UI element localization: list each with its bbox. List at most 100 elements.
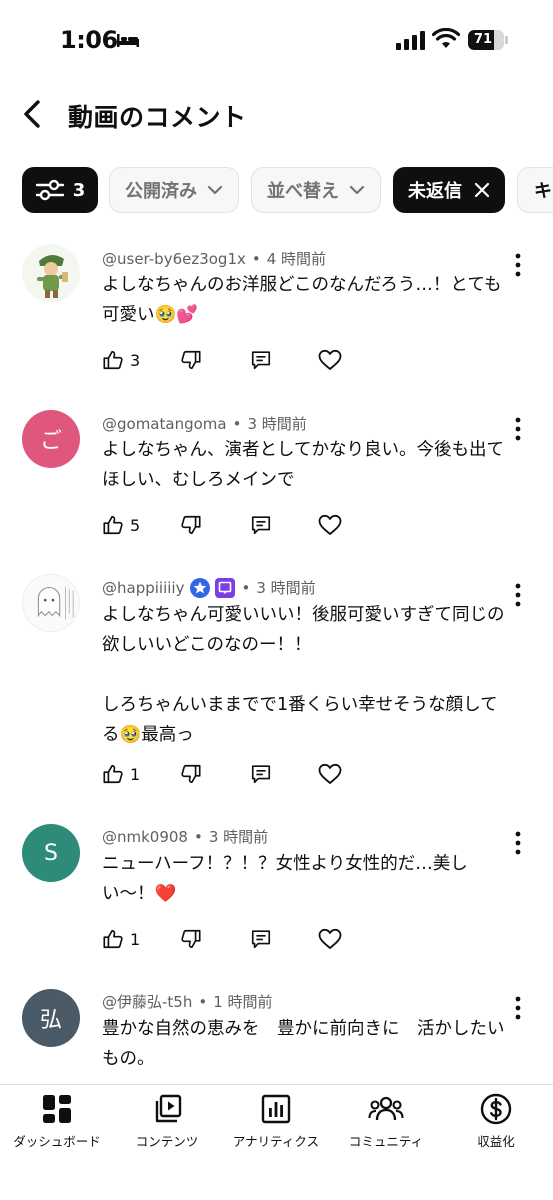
like-button[interactable]: 1 — [102, 761, 140, 787]
avatar-character-image — [22, 244, 80, 302]
dislike-button[interactable] — [180, 761, 202, 787]
heart-icon — [318, 928, 342, 949]
nav-label: 収益化 — [477, 1134, 515, 1149]
heart-button[interactable] — [318, 347, 342, 373]
comment-actions: 3 — [102, 347, 362, 373]
comment-item: 弘 @伊藤弘-t5h • 1 時間前 豊かな自然の恵みを 豊かに前向きに 活かし… — [0, 989, 553, 1079]
nav-label: コンテンツ — [135, 1134, 199, 1149]
thumbs-down-icon — [181, 764, 201, 784]
sort-label: 並べ替え — [267, 181, 339, 202]
unreplied-label: 未返信 — [408, 181, 462, 202]
comment-item: @user-by6ez3og1x • 4 時間前 よしなちゃんのお洋服どこのなん… — [0, 244, 553, 384]
nav-dashboard[interactable]: ダッシュボード — [2, 1093, 112, 1153]
like-count: 3 — [130, 350, 141, 370]
avatar[interactable] — [22, 574, 80, 632]
comment-author[interactable]: @happiiiiiy — [102, 579, 184, 597]
heart-button[interactable] — [318, 512, 342, 538]
thumbs-up-icon — [103, 350, 123, 370]
signal-icon — [396, 31, 425, 50]
like-button[interactable]: 1 — [102, 926, 140, 952]
nav-content[interactable]: コンテンツ — [112, 1093, 222, 1153]
heart-button[interactable] — [318, 926, 342, 952]
comment-time: 4 時間前 — [266, 250, 327, 268]
analytics-icon — [261, 1094, 291, 1124]
community-icon — [368, 1096, 404, 1121]
avatar[interactable]: ご — [22, 410, 80, 468]
avatar-ghost-image — [23, 575, 79, 631]
like-count: 1 — [130, 929, 141, 949]
comment-text: 豊かな自然の恵みを 豊かに前向きに 活かしたいもの。 — [102, 1019, 505, 1069]
filter-chips: 3 公開済み 並べ替え 未返信 キ — [22, 167, 553, 213]
reply-comment-icon — [251, 930, 271, 949]
comment-time: 1 時間前 — [213, 993, 273, 1011]
bed-icon — [117, 34, 139, 47]
avatar-letter: S — [44, 840, 58, 866]
chevron-down-icon — [349, 185, 365, 195]
nav-analytics[interactable]: アナリティクス — [221, 1093, 331, 1153]
dislike-button[interactable] — [180, 512, 202, 538]
thumbs-down-icon — [181, 929, 201, 949]
like-count: 5 — [130, 515, 141, 535]
like-button[interactable]: 3 — [102, 347, 140, 373]
avatar-letter: ご — [39, 429, 62, 454]
reply-button[interactable] — [250, 347, 272, 373]
avatar[interactable] — [22, 244, 80, 302]
filter-sliders-icon — [35, 179, 64, 201]
more-filter-chip[interactable]: キ — [517, 167, 553, 213]
avatar[interactable]: 弘 — [22, 989, 80, 1047]
comment-text: ニューハーフ！？！？女性より女性的だ…美しい〜！❤️ — [102, 854, 468, 904]
content-library-icon — [155, 1094, 182, 1123]
nav-community[interactable]: コミュニティ — [331, 1093, 441, 1153]
page-title: 動画のコメント — [68, 103, 247, 132]
comment-meta: @伊藤弘-t5h • 1 時間前 — [102, 991, 273, 1012]
comment-author[interactable]: @伊藤弘-t5h — [102, 991, 192, 1012]
thumbs-down-icon — [181, 515, 201, 535]
comment-actions: 1 — [102, 761, 362, 787]
comment-actions: 1 — [102, 926, 362, 952]
filter-count: 3 — [72, 179, 86, 201]
comment-time: 3 時間前 — [247, 415, 307, 433]
reply-button[interactable] — [250, 761, 272, 787]
reply-comment-icon — [251, 351, 271, 370]
status-time: 1:06 — [60, 26, 118, 54]
reply-button[interactable] — [250, 512, 272, 538]
dislike-button[interactable] — [180, 347, 202, 373]
nav-label: アナリティクス — [232, 1134, 320, 1149]
comment-text: よしなちゃん可愛いいい！後服可愛いすぎて同じの欲しいいどこのなのー！！ しろちゃ… — [102, 605, 505, 745]
like-count: 1 — [130, 764, 141, 784]
comment-time: 3 時間前 — [208, 828, 269, 846]
comment-meta: @gomatangoma • 3 時間前 — [102, 413, 307, 434]
dashboard-icon — [43, 1095, 71, 1123]
reply-comment-icon — [251, 516, 271, 535]
sort-chip[interactable]: 並べ替え — [251, 167, 381, 213]
heart-icon — [318, 514, 342, 535]
comment-author[interactable]: @gomatangoma — [102, 415, 227, 433]
filter-settings-chip[interactable]: 3 — [22, 167, 98, 213]
comment-author[interactable]: @user-by6ez3og1x — [102, 250, 246, 268]
comment-item: ご @gomatangoma • 3 時間前 よしなちゃん、演者としてかなり良い… — [0, 410, 553, 540]
comment-time: 3 時間前 — [256, 579, 316, 597]
meta-separator: • — [251, 249, 261, 268]
meta-separator: • — [232, 414, 242, 433]
heart-icon — [318, 763, 342, 784]
comment-author[interactable]: @nmk0908 — [102, 828, 188, 846]
published-chip[interactable]: 公開済み — [109, 167, 239, 213]
published-label: 公開済み — [125, 181, 197, 202]
chevron-down-icon — [207, 185, 223, 195]
avatar[interactable]: S — [22, 824, 80, 882]
heart-icon — [318, 349, 342, 370]
battery-text: 71 — [473, 32, 493, 47]
comment-item: @happiiiiiy • 3 時間前 よしなちゃん可愛いいい！後服可愛いすぎて… — [0, 574, 553, 784]
heart-button[interactable] — [318, 761, 342, 787]
like-button[interactable]: 5 — [102, 512, 140, 538]
comment-meta: @user-by6ez3og1x • 4 時間前 — [102, 248, 326, 269]
thumbs-up-icon — [103, 764, 123, 784]
back-button[interactable] — [18, 96, 50, 132]
close-icon[interactable] — [474, 182, 490, 198]
nav-monetization[interactable]: 収益化 — [441, 1093, 551, 1153]
reply-button[interactable] — [250, 926, 272, 952]
unreplied-chip[interactable]: 未返信 — [393, 167, 505, 213]
bottom-navigation: ダッシュボード コンテンツ アナリティクス コミュニティ 収益化 — [0, 1084, 553, 1200]
dislike-button[interactable] — [180, 926, 202, 952]
header: 動画のコメント — [0, 86, 553, 142]
